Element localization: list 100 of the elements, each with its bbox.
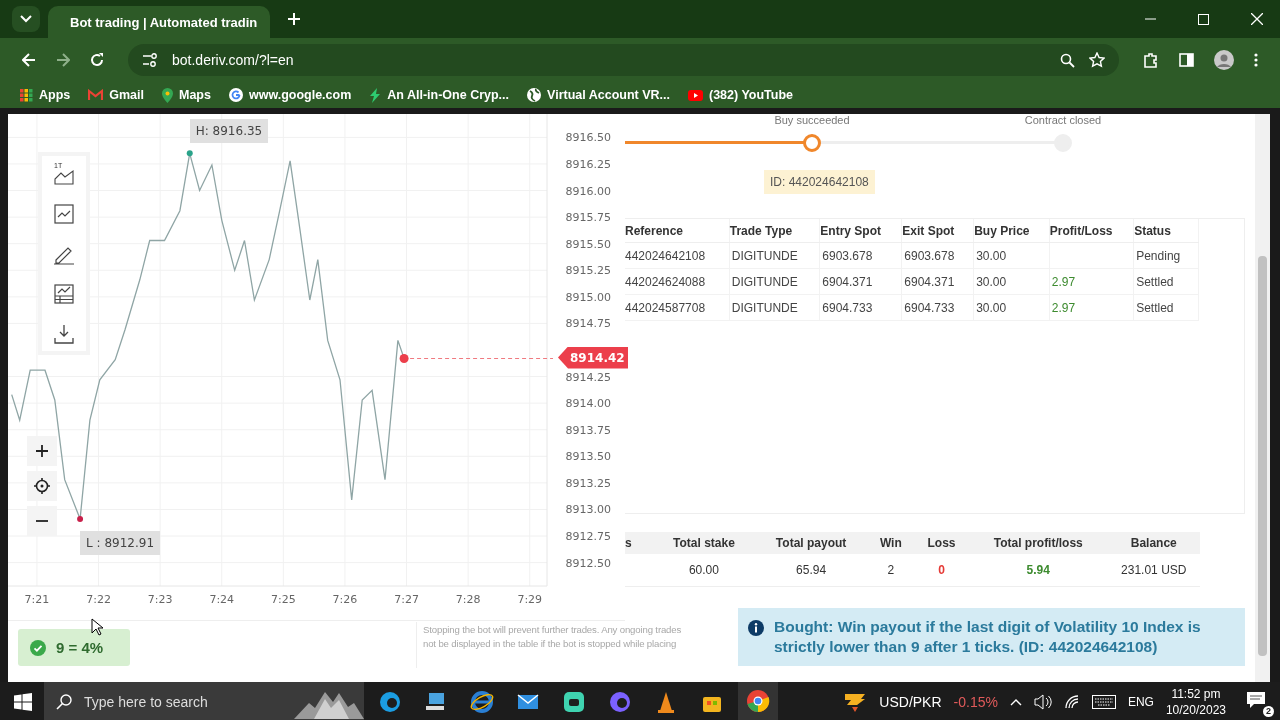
y-axis-label: 8913.00 — [565, 503, 611, 517]
side-panel-icon[interactable] — [1179, 53, 1194, 67]
chevron-up-icon[interactable] — [1009, 698, 1022, 706]
table-cell: 2 — [887, 563, 895, 577]
bookmark[interactable]: Virtual Account VR... — [527, 88, 670, 102]
table-cell: 0 — [938, 563, 945, 577]
crosshair-icon — [34, 478, 50, 494]
language-indicator[interactable]: ENG — [1127, 695, 1154, 709]
maximize-icon[interactable] — [1198, 13, 1209, 25]
y-axis-label: 8914.25 — [565, 370, 611, 384]
start-icon[interactable] — [14, 693, 32, 711]
table-cell: 65.94 — [796, 563, 827, 577]
table-cell: DIGITUNDE — [731, 248, 798, 263]
bookmark[interactable]: Apps — [20, 88, 71, 102]
column-header: s — [625, 532, 654, 554]
zoom-icon[interactable] — [1060, 52, 1075, 68]
new-tab-icon[interactable] — [288, 13, 300, 25]
search-icon — [56, 694, 72, 710]
table-cell: 6904.371 — [904, 274, 955, 289]
y-axis-label: 8916.00 — [565, 184, 611, 198]
table-cell: 442024587708 — [625, 300, 706, 315]
column-header: Buy Price — [973, 219, 1050, 243]
map-pin-icon — [162, 87, 173, 103]
globe-icon — [527, 88, 542, 102]
menu-icon[interactable] — [1254, 53, 1258, 67]
x-axis-label: 7:26 — [332, 593, 358, 606]
back-icon[interactable] — [22, 53, 36, 67]
chevron-down-icon — [20, 15, 32, 23]
mail-icon — [88, 89, 104, 101]
bookmark[interactable]: Maps — [162, 87, 211, 103]
zoom-in-button[interactable] — [27, 436, 57, 466]
info-text: Stopping the bot will prevent further trades. Any ongoing trades — [423, 624, 683, 635]
bookmark[interactable]: Gmail — [88, 88, 144, 102]
taskbar-search-box[interactable]: Type here to search — [44, 682, 364, 720]
indicators-icon[interactable] — [53, 203, 75, 225]
column-header: Balance — [1107, 532, 1200, 554]
y-axis-label: 8915.50 — [565, 237, 611, 251]
ticker-change: -0.15% — [953, 694, 998, 710]
x-axis-label: 7:21 — [24, 593, 50, 606]
table-cell: 60.00 — [688, 563, 719, 577]
chart-table-icon[interactable] — [53, 283, 75, 305]
y-axis-label: 8912.50 — [565, 556, 611, 570]
reload-icon[interactable] — [90, 53, 104, 67]
notification-count-badge: 2 — [1263, 706, 1274, 717]
table-cell: 6903.678 — [904, 248, 955, 263]
speaker-icon[interactable] — [1033, 694, 1052, 710]
info-icon — [748, 620, 764, 636]
area-chart-icon — [54, 169, 74, 185]
low-price-label: L : 8912.91 — [80, 531, 161, 555]
clock[interactable]: 11:52 pm 10/20/2023 — [1165, 686, 1226, 718]
taskbar-search-field[interactable]: Type here to search — [82, 693, 266, 711]
bookmark[interactable]: www.google.com — [228, 88, 352, 102]
table-cell: 30.00 — [976, 274, 1007, 289]
apps-grid-icon — [20, 88, 33, 102]
forward-icon[interactable] — [56, 53, 70, 67]
table-cell: Settled — [1136, 274, 1174, 289]
zoom-out-button[interactable] — [27, 506, 57, 536]
column-header: Total stake — [653, 532, 755, 554]
bookmark[interactable]: An All-in-One Cryp... — [369, 87, 510, 103]
minus-icon — [36, 520, 48, 522]
table-cell: DIGITUNDE — [731, 274, 798, 289]
scrollbar-thumb[interactable] — [1258, 256, 1267, 656]
table-cell: Settled — [1136, 300, 1174, 315]
taskbar-app-icon[interactable] — [738, 682, 778, 720]
table-cell: 2.97 — [1051, 300, 1076, 315]
table-cell: DIGITUNDE — [731, 300, 798, 315]
info-text: not be displayed in the table if the bot is stopped while placing — [423, 638, 678, 649]
extensions-icon[interactable] — [1143, 52, 1159, 68]
bookmark[interactable]: (382) YouTube — [688, 88, 794, 102]
y-axis-label: 8913.25 — [565, 476, 611, 490]
ticker-name: USD/PKR — [879, 694, 942, 710]
x-axis-label: 7:24 — [209, 593, 235, 606]
column-header: Total profit/loss — [968, 532, 1108, 554]
current-price-tag: 8914.42 — [558, 346, 628, 369]
download-icon[interactable] — [53, 323, 75, 345]
y-axis-label: 8912.75 — [565, 530, 611, 544]
close-icon[interactable] — [1251, 13, 1263, 25]
play-icon — [688, 89, 703, 101]
x-axis-label: 7:29 — [517, 593, 543, 606]
tab-title: Bot trading | Automated tradin — [70, 14, 258, 30]
star-icon[interactable] — [1089, 52, 1105, 68]
browser-tab[interactable]: Bot trading | Automated tradin — [48, 6, 270, 38]
notification-center-icon[interactable] — [1246, 691, 1266, 709]
keyboard-icon[interactable] — [1091, 695, 1116, 709]
address-bar[interactable]: bot.deriv.com/?l=en — [128, 44, 1119, 76]
x-axis-label: 7:27 — [394, 593, 419, 606]
table-cell: 30.00 — [976, 300, 1007, 315]
lightning-icon — [369, 87, 382, 103]
table-cell: 442024624088 — [625, 274, 706, 289]
profile-avatar-icon[interactable] — [1214, 50, 1234, 70]
wifi-icon[interactable] — [1063, 695, 1080, 709]
recenter-button[interactable] — [27, 471, 57, 501]
ticker-icon — [843, 691, 868, 713]
x-axis-label: 7:25 — [271, 593, 296, 606]
column-header: Profit/Loss — [1049, 219, 1134, 243]
site-settings-icon[interactable] — [142, 53, 158, 67]
tab-search-button[interactable] — [12, 6, 40, 32]
contract-id-tooltip: ID: 442024642108 — [764, 170, 875, 194]
column-header: Loss — [914, 532, 969, 554]
table-cell: Pending — [1136, 248, 1181, 263]
